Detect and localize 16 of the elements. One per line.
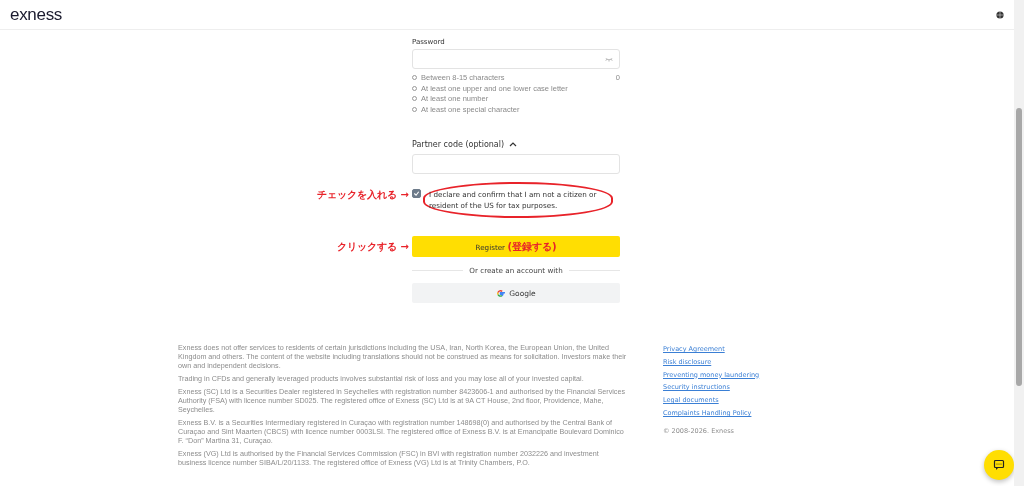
annotation-text: (登録する) <box>507 240 557 252</box>
google-icon <box>496 288 506 298</box>
caret-icon[interactable] <box>509 141 518 147</box>
annotation-text: チェックを入れる → <box>317 187 409 202</box>
annotation-text: クリックする → <box>337 239 409 254</box>
logo[interactable]: exness <box>10 4 63 25</box>
chat-button[interactable] <box>984 450 1014 480</box>
checkbox[interactable] <box>412 188 421 198</box>
chat-icon <box>993 459 1005 471</box>
globe-icon[interactable] <box>996 10 1004 19</box>
password-field[interactable] <box>412 49 620 69</box>
eye-icon[interactable] <box>605 56 613 62</box>
scrollbar[interactable] <box>1014 0 1024 486</box>
scrollbar-thumb[interactable] <box>1016 108 1022 386</box>
partner-code-field[interactable] <box>412 153 620 174</box>
field-label: Partner code (optional) <box>412 139 505 149</box>
